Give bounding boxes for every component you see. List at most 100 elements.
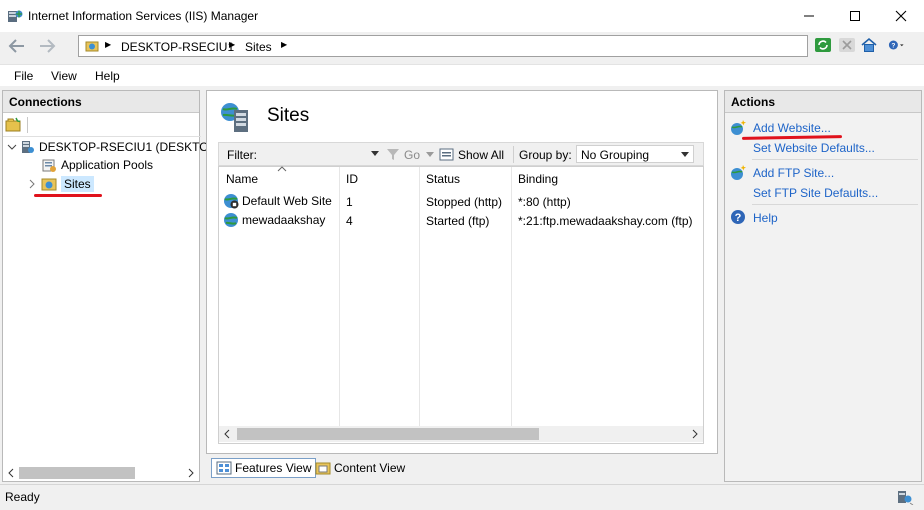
toolbar-divider bbox=[27, 117, 28, 133]
sites-icon bbox=[41, 178, 57, 191]
scrollbar-thumb[interactable] bbox=[237, 428, 539, 440]
status-bar: Ready bbox=[0, 484, 924, 510]
page-title: Sites bbox=[267, 105, 310, 126]
actions-header: Actions bbox=[725, 91, 921, 113]
title-bar: Internet Information Services (IIS) Mana… bbox=[0, 0, 924, 32]
tab-features-view-label: Features View bbox=[235, 461, 312, 475]
menu-help[interactable]: Help bbox=[95, 69, 120, 83]
minimize-button[interactable] bbox=[786, 0, 832, 32]
help-dropdown-icon[interactable]: ? bbox=[888, 36, 906, 54]
scroll-left-icon[interactable] bbox=[223, 429, 231, 439]
tree-item-server[interactable]: DESKTOP-RSECIU1 (DESKTOP- bbox=[7, 138, 221, 156]
connections-horizontal-scrollbar[interactable] bbox=[3, 465, 199, 481]
back-arrow-icon bbox=[8, 39, 24, 53]
actions-divider bbox=[752, 159, 918, 160]
refresh-icon[interactable] bbox=[814, 36, 832, 54]
sites-header-icon bbox=[221, 103, 248, 132]
sites-list: Name ID Status Binding Default Web Site … bbox=[218, 166, 704, 444]
stop-icon[interactable] bbox=[838, 36, 856, 54]
column-header-id[interactable]: ID bbox=[346, 172, 358, 186]
minimize-icon bbox=[804, 15, 814, 17]
chevron-down-icon[interactable] bbox=[7, 142, 17, 152]
scroll-right-icon[interactable] bbox=[187, 468, 195, 478]
show-all-icon bbox=[439, 148, 454, 161]
list-horizontal-scrollbar[interactable] bbox=[219, 426, 703, 442]
forward-arrow-icon bbox=[40, 39, 56, 53]
tab-content-view-label: Content View bbox=[334, 461, 406, 475]
breadcrumb-chevron-icon: ▶ bbox=[105, 40, 112, 49]
scroll-left-icon[interactable] bbox=[7, 468, 15, 478]
globe-icon bbox=[224, 213, 238, 227]
column-divider bbox=[339, 167, 340, 426]
menu-view[interactable]: View bbox=[51, 69, 77, 83]
row-id: 1 bbox=[346, 195, 353, 209]
menu-bar: File View Help bbox=[0, 64, 924, 86]
column-header-name[interactable]: Name bbox=[226, 172, 258, 186]
back-button[interactable] bbox=[4, 37, 30, 57]
connections-header: Connections bbox=[3, 91, 199, 113]
go-button[interactable]: Go bbox=[404, 148, 420, 162]
set-ftp-defaults-link[interactable]: Set FTP Site Defaults... bbox=[753, 186, 878, 200]
close-button[interactable] bbox=[878, 0, 924, 32]
add-website-icon bbox=[731, 120, 746, 135]
tree-server-label: DESKTOP-RSECIU1 (DESKTOP- bbox=[39, 140, 221, 154]
add-ftp-site-link[interactable]: Add FTP Site... bbox=[753, 166, 834, 180]
help-link[interactable]: Help bbox=[753, 211, 778, 225]
filter-divider bbox=[513, 146, 514, 163]
forward-button[interactable] bbox=[34, 37, 60, 57]
tab-content-view[interactable]: Content View bbox=[311, 458, 409, 478]
app-pools-icon bbox=[42, 159, 56, 172]
connect-icon[interactable] bbox=[5, 117, 21, 133]
chevron-right-icon[interactable] bbox=[27, 179, 37, 189]
column-header-status[interactable]: Status bbox=[426, 172, 460, 186]
breadcrumb-server[interactable]: DESKTOP-RSECIU1 bbox=[121, 40, 234, 54]
annotation-underline-sites bbox=[34, 194, 102, 197]
features-view-icon bbox=[216, 461, 232, 475]
set-website-defaults-link[interactable]: Set Website Defaults... bbox=[753, 141, 875, 155]
add-website-link[interactable]: Add Website... bbox=[753, 121, 831, 135]
group-by-select[interactable]: No Grouping bbox=[576, 145, 694, 163]
breadcrumb-chevron-icon: ▶ bbox=[281, 40, 288, 49]
row-status: Started (ftp) bbox=[426, 214, 490, 228]
menu-file[interactable]: File bbox=[14, 69, 33, 83]
svg-text:?: ? bbox=[735, 212, 742, 224]
close-icon bbox=[895, 10, 907, 22]
row-binding: *:80 (http) bbox=[518, 195, 571, 209]
tree-item-sites[interactable]: Sites bbox=[27, 175, 94, 193]
actions-divider bbox=[752, 204, 918, 205]
chevron-down-icon[interactable] bbox=[371, 151, 379, 157]
status-text: Ready bbox=[5, 490, 40, 504]
stopped-site-icon bbox=[224, 194, 239, 209]
column-divider bbox=[419, 167, 420, 426]
row-binding: *:21:ftp.mewadaakshay.com (ftp) bbox=[518, 214, 693, 228]
row-name: Default Web Site bbox=[242, 194, 332, 208]
show-all-button[interactable]: Show All bbox=[458, 148, 504, 162]
filter-input[interactable] bbox=[259, 145, 381, 163]
address-field[interactable]: ▶ DESKTOP-RSECIU1 ▶ Sites ▶ bbox=[78, 35, 808, 57]
filter-label: Filter: bbox=[227, 148, 257, 162]
home-icon[interactable] bbox=[860, 36, 878, 54]
tree-app-pools-label: Application Pools bbox=[61, 158, 154, 172]
group-by-label: Group by: bbox=[519, 148, 572, 162]
connection-status-icon bbox=[898, 491, 914, 505]
window-title: Internet Information Services (IIS) Mana… bbox=[28, 9, 259, 23]
help-icon: ? bbox=[731, 210, 745, 224]
breadcrumb-sites[interactable]: Sites bbox=[245, 40, 272, 54]
column-header-binding[interactable]: Binding bbox=[518, 172, 558, 186]
table-row[interactable]: mewadaakshay bbox=[223, 212, 325, 228]
server-icon bbox=[22, 141, 34, 153]
connections-toolbar bbox=[3, 113, 201, 137]
maximize-button[interactable] bbox=[832, 0, 878, 32]
tree-sites-label: Sites bbox=[61, 176, 94, 192]
breadcrumb-chevron-icon: ▶ bbox=[229, 40, 236, 49]
connections-panel: Connections DESKTOP-RSECIU1 (DESKTOP- Ap… bbox=[2, 90, 221, 482]
go-dropdown-icon[interactable] bbox=[426, 152, 434, 158]
tree-item-app-pools[interactable]: Application Pools bbox=[41, 156, 153, 174]
sort-ascending-icon bbox=[277, 166, 287, 172]
row-id: 4 bbox=[346, 214, 353, 228]
tab-features-view[interactable]: Features View bbox=[211, 458, 317, 478]
scrollbar-thumb[interactable] bbox=[19, 467, 135, 479]
table-row[interactable]: Default Web Site bbox=[223, 193, 332, 209]
svg-text:?: ? bbox=[891, 42, 895, 49]
scroll-right-icon[interactable] bbox=[691, 429, 699, 439]
